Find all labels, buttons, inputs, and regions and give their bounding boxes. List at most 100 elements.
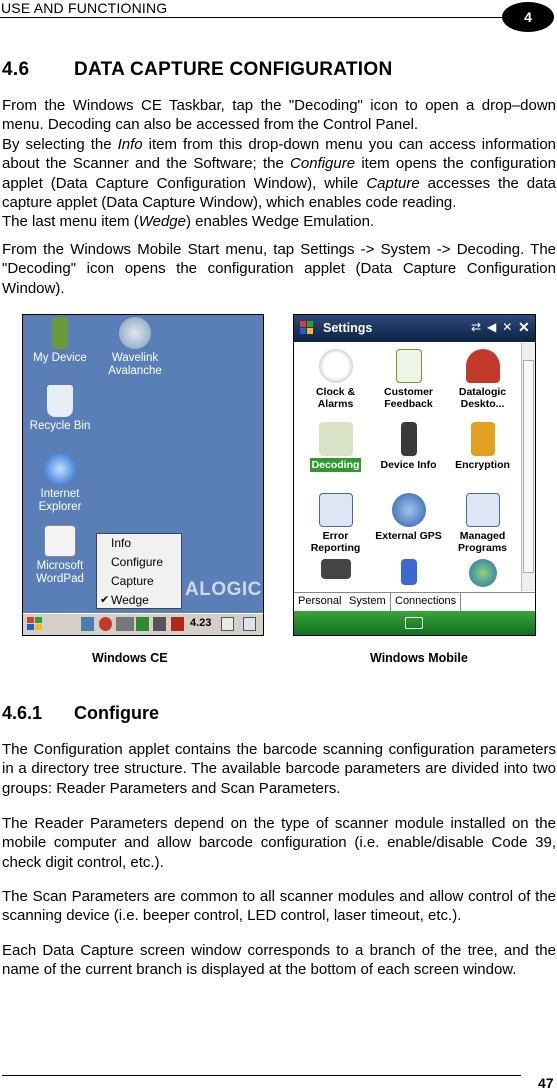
page-number: 47 [538,1075,554,1091]
tab-connections[interactable]: Connections [391,593,462,611]
memory-chip-icon [320,559,351,579]
desktop-icon-wordpad: Microsoft WordPad [23,525,100,586]
settings-item-external-gps[interactable]: External GPS [371,493,446,542]
settings-item-clock[interactable]: Clock & Alarms [298,349,373,410]
configure-paragraph-1: The Configuration applet contains the ba… [2,741,556,797]
menu-label: Configure [111,555,164,569]
intro-text: ) enables Wedge Emulation. [185,213,375,231]
desktop-icon-internet-explorer: Internet Explorer [23,453,100,514]
tab-system[interactable]: System [345,593,391,611]
managed-programs-icon [465,493,500,527]
battery-icon[interactable] [153,617,166,631]
settings-item-label: External GPS [375,530,442,542]
settings-item-label: Device Info [380,459,437,471]
configure-paragraph-3: The Scan Parameters are common to all sc… [2,888,556,925]
chapter-badge: 4 [502,2,554,32]
windows-start-icon[interactable] [299,320,315,336]
vertical-scrollbar[interactable] [521,343,535,591]
menu-item-info[interactable]: Info [97,534,181,553]
battery-icon [400,559,417,585]
settings-item-error-reporting[interactable]: Error Reporting [298,493,373,554]
icon-label: Wavelink Avalanche [108,352,162,377]
wm-window-title: Settings [323,321,373,335]
tab-personal[interactable]: Personal [294,593,347,611]
header-rule [0,17,520,18]
intro-text: By selecting the [2,135,118,153]
icon-label: My Device [33,352,87,364]
internet-explorer-icon [44,453,76,485]
globe-icon [468,559,497,587]
term-capture: Capture [366,174,420,192]
menu-label: Capture [111,574,154,588]
desktop-icon-wavelink: Wavelink Avalanche [95,317,175,378]
settings-item-encryption[interactable]: Encryption [445,422,520,471]
settings-item-regional[interactable] [445,559,520,590]
close-icon[interactable]: ✕ [518,319,530,336]
wordpad-icon [44,525,76,557]
settings-item-label: Encryption [455,459,510,471]
menu-item-capture[interactable]: Capture [97,572,181,591]
wm-paragraph: From the Windows Mobile Start menu, tap … [2,241,556,297]
term-wedge: Wedge [138,213,186,231]
checkmark-icon: ✔ [100,594,110,606]
settings-item-memory[interactable] [298,559,373,582]
desktop-switch-icon[interactable] [243,617,256,631]
decoding-dropdown-menu: Info Configure Capture ✔ Wedge [96,533,182,609]
decoding-icon[interactable] [136,617,149,631]
menu-item-configure[interactable]: Configure [97,553,181,572]
settings-item-decoding[interactable]: Decoding [298,422,373,472]
section-number: 4.6 [2,59,30,80]
configure-paragraph-4: Each Data Capture screen window correspo… [2,942,556,979]
globe-icon [391,493,426,527]
settings-item-label: Error Reporting [310,530,361,554]
menu-item-wedge[interactable]: ✔ Wedge [97,591,181,610]
device-icon [52,317,68,349]
windows-mobile-screenshot: Settings ⇄◀✕ ✕ Clock & Alarms Customer F… [293,314,536,636]
datalogic-desktop-icon [465,349,500,383]
settings-item-managed-programs[interactable]: Managed Programs [445,493,520,554]
keyboard-icon[interactable] [405,617,423,629]
settings-item-label: Decoding [309,458,362,472]
lock-icon [470,422,495,456]
settings-item-label: Managed Programs [457,530,508,554]
desktop-icon-recycle-bin: Recycle Bin [23,385,100,433]
settings-item-device-info[interactable]: Device Info [371,422,446,471]
intro-line-a: From the Windows CE Taskbar, tap the "De… [2,97,556,134]
term-info: Info [117,135,143,153]
settings-item-power[interactable] [371,559,446,588]
recycle-bin-icon [47,385,73,417]
error-reporting-icon [318,493,353,527]
caption-windows-mobile: Windows Mobile [370,651,468,665]
device-info-icon [400,422,417,456]
input-mode-icon[interactable] [116,617,134,631]
settings-item-datalogic-desktop[interactable]: Datalogic Deskto... [445,349,520,410]
decoding-icon [318,422,353,456]
windows-start-icon[interactable] [26,616,44,632]
volume-icon[interactable] [99,617,112,631]
settings-item-label: Clock & Alarms [315,386,356,410]
wavelink-icon [119,317,151,349]
network-icon[interactable] [81,617,94,631]
ce-taskbar: 4.23 [23,613,263,635]
footer-rule [2,1075,521,1076]
wm-title-bar: Settings ⇄◀✕ ✕ [294,315,535,342]
configure-paragraph-2: The Reader Parameters depend on the type… [2,815,556,871]
datalogic-icon[interactable] [171,617,184,631]
clock-icon [318,349,353,383]
status-icons: ⇄◀✕ [471,320,519,334]
scrollbar-thumb[interactable] [523,360,534,573]
settings-item-customer-feedback[interactable]: Customer Feedback [371,349,446,410]
taskbar-clock[interactable]: 4.23 [190,617,211,629]
settings-item-label: Customer Feedback [383,386,433,410]
caption-windows-ce: Windows CE [92,651,168,665]
icon-label: Recycle Bin [29,420,91,432]
section-heading: 4.6 DATA CAPTURE CONFIGURATION [2,59,392,81]
subsection-number: 4.6.1 [2,703,43,723]
term-configure: Configure [290,155,356,173]
edit-icon[interactable] [221,617,234,631]
desktop-icon-my-device: My Device [23,317,100,365]
icon-label: Internet Explorer [38,488,82,513]
wm-soft-key-bar [294,611,535,635]
subsection-heading: 4.6.1 Configure [2,703,159,724]
icon-label: Microsoft WordPad [36,560,84,585]
